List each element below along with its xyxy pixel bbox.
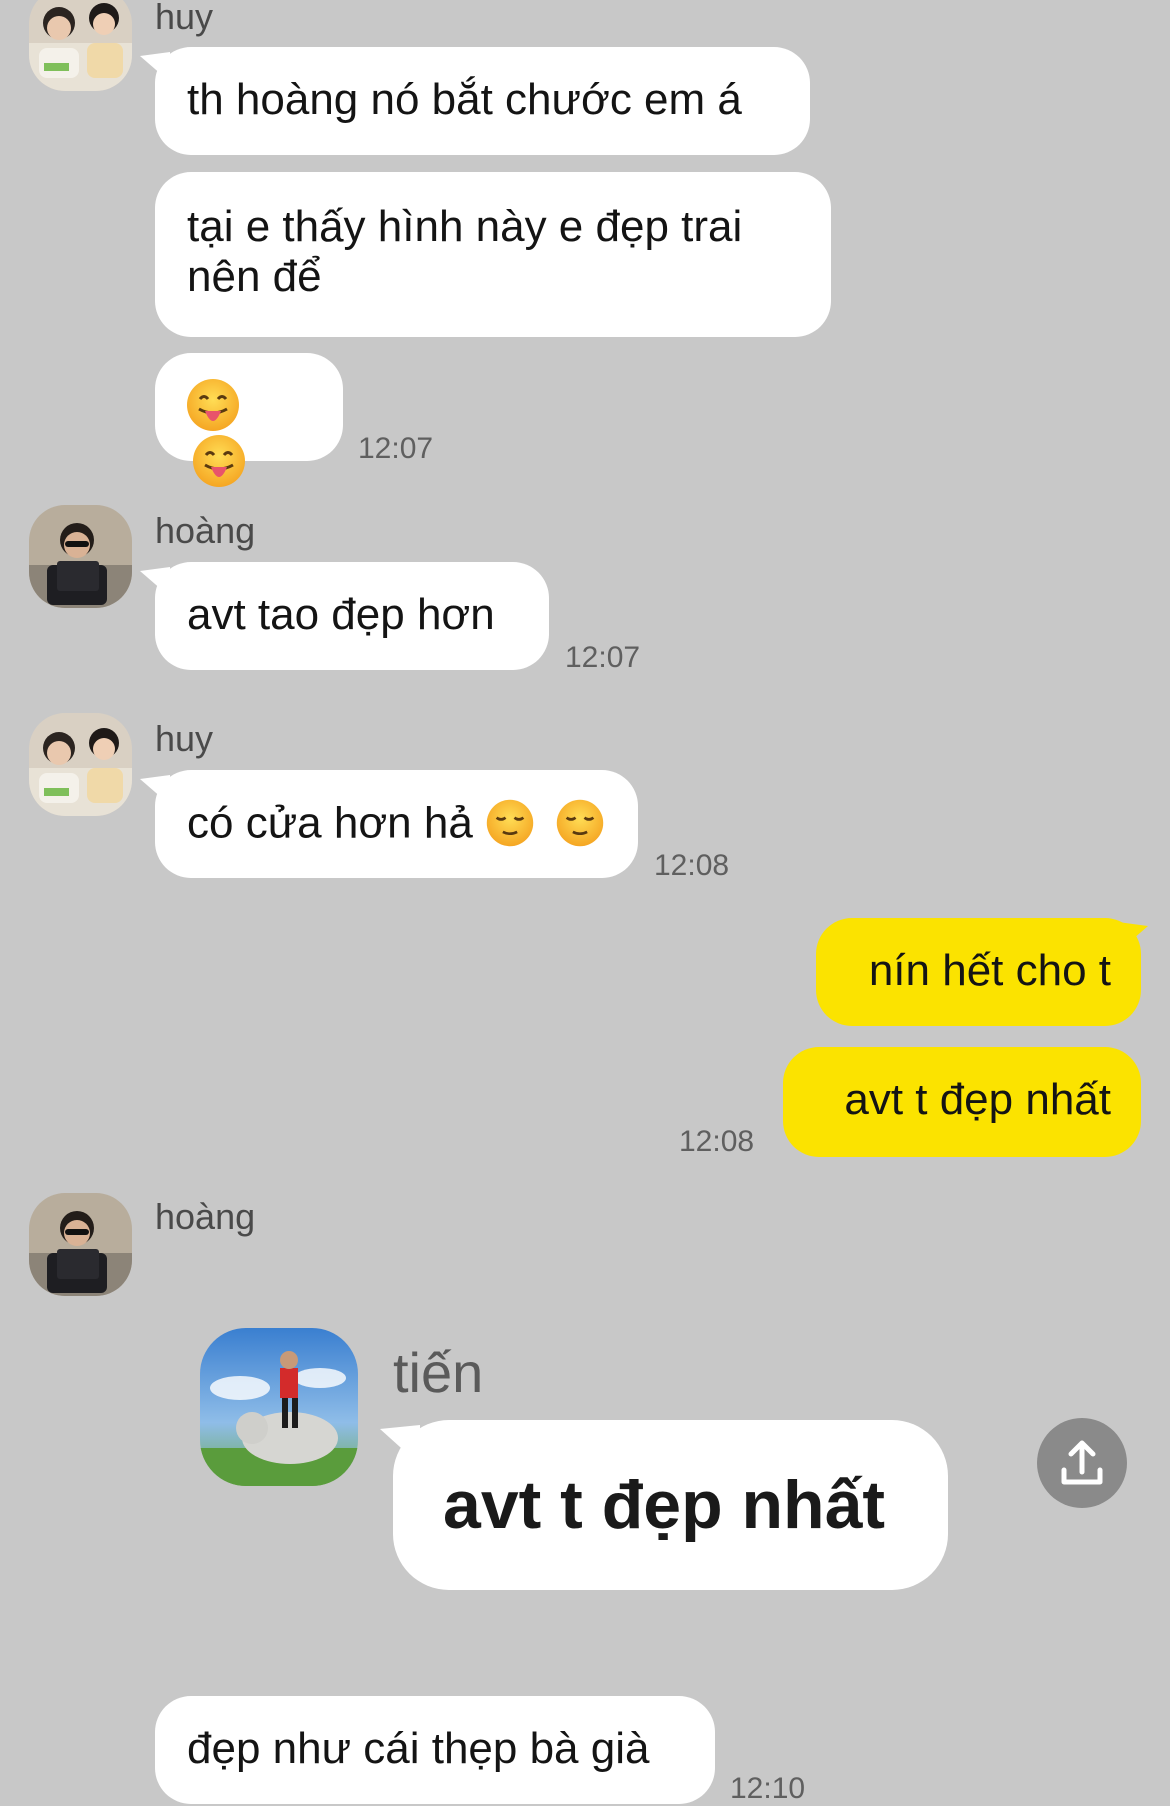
- tongue-emoji-icon: [187, 379, 239, 431]
- message-timestamp: 12:07: [358, 432, 434, 465]
- share-button[interactable]: [1037, 1418, 1127, 1508]
- message-text: avt tao đẹp hơn: [187, 590, 495, 639]
- sender-name: huy: [155, 0, 214, 37]
- message-bubble[interactable]: avt tao đẹp hơn: [155, 562, 549, 670]
- quoted-avatar: [200, 1328, 358, 1486]
- message-text-line: tại e thấy hình này e đẹp trai: [187, 202, 743, 251]
- message-bubble-outgoing[interactable]: nín hết cho t: [816, 918, 1141, 1026]
- message-bubble[interactable]: đẹp như cái thẹp bà già: [155, 1696, 715, 1804]
- bubble-tail: [140, 52, 170, 82]
- bubble-tail: [140, 567, 170, 597]
- message-text-line: nên để: [187, 252, 322, 301]
- avatar-huy[interactable]: [29, 0, 132, 91]
- quoted-sender-name: tiến: [393, 1341, 484, 1404]
- tongue-emoji-icon: [193, 435, 245, 487]
- bubble-tail: [140, 775, 170, 805]
- sender-name: hoàng: [155, 510, 256, 551]
- message-text: avt t đẹp nhất: [844, 1075, 1111, 1124]
- message-bubble[interactable]: tại e thấy hình này e đẹp trai nên để: [155, 172, 831, 337]
- bubble-tail: [1118, 922, 1148, 952]
- quoted-message-text: avt t đẹp nhất: [443, 1467, 886, 1543]
- message-timestamp: 12:07: [565, 641, 641, 674]
- relieved-emoji-icon: [557, 800, 604, 847]
- message-bubble-outgoing[interactable]: avt t đẹp nhất: [783, 1047, 1141, 1157]
- message-timestamp: 12:08: [654, 849, 730, 882]
- shared-image[interactable]: tiến avt t đẹp nhất: [155, 1300, 1035, 1640]
- emoji-bubble[interactable]: [155, 353, 343, 487]
- message-timestamp: 12:08: [679, 1125, 755, 1158]
- message-bubble[interactable]: th hoàng nó bắt chước em á: [155, 47, 810, 155]
- message-text: th hoàng nó bắt chước em á: [187, 75, 742, 124]
- message-text: đẹp như cái thẹp bà già: [187, 1724, 650, 1773]
- share-icon: [1061, 1440, 1103, 1485]
- relieved-emoji-icon: [486, 800, 534, 847]
- bubble-tail: [380, 1425, 420, 1465]
- message-text: nín hết cho t: [868, 946, 1111, 995]
- message-text: có cửa hơn hả: [187, 798, 473, 848]
- avatar-hoang[interactable]: [29, 1193, 132, 1296]
- quoted-message-bubble: avt t đẹp nhất: [393, 1420, 948, 1590]
- avatar-hoang[interactable]: [29, 505, 132, 608]
- message-timestamp: 12:10: [730, 1772, 806, 1805]
- message-bubble[interactable]: có cửa hơn hả: [155, 770, 638, 878]
- avatar-huy[interactable]: [29, 713, 132, 816]
- sender-name: huy: [155, 718, 214, 759]
- sender-name: hoàng: [155, 1196, 256, 1237]
